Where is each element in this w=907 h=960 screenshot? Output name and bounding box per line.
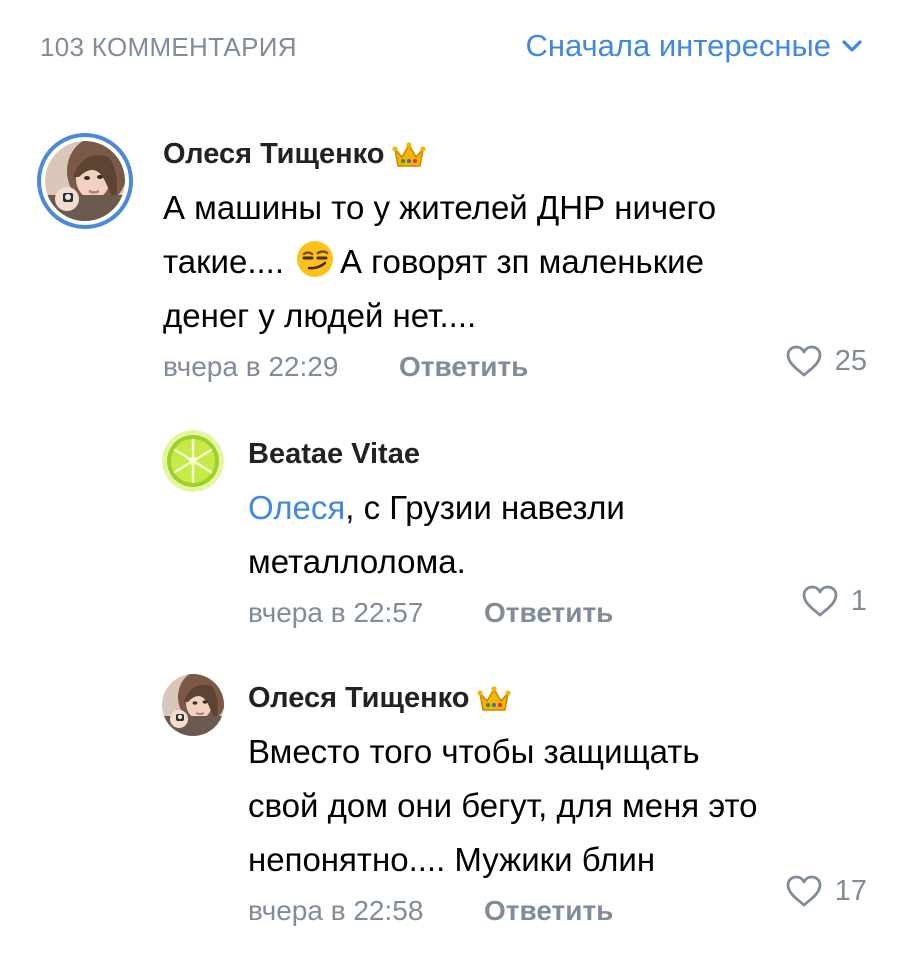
- comment-text-line: свой дом они бегут, для меня это: [248, 787, 758, 824]
- avatar[interactable]: [162, 674, 224, 736]
- comment-date: вчера в 22:29: [163, 351, 339, 382]
- comment-text: Вместо того чтобы защищать свой дом они …: [248, 725, 888, 887]
- sort-dropdown[interactable]: Сначала интересные: [525, 28, 863, 64]
- comment-text-fragment: такие....: [163, 243, 284, 280]
- heart-icon: [802, 585, 838, 617]
- comment: Олеся Тищенко А машины то у жителей ДНР …: [0, 126, 907, 396]
- comment-text-line: металлолома.: [248, 543, 466, 580]
- comment-body: Beatae Vitae Олеся, с Грузии навезли мет…: [248, 438, 868, 633]
- comment-text-fragment: А говорят зп маленькие: [340, 243, 704, 280]
- comment-author[interactable]: Олеся Тищенко: [163, 138, 883, 171]
- crown-icon: [392, 141, 427, 167]
- comment-text-line: Олеся, с Грузии навезли: [248, 481, 868, 535]
- chevron-down-icon: [842, 40, 862, 52]
- author-name: Олеся Тищенко: [248, 682, 470, 714]
- smirking-face-emoji: [297, 241, 333, 277]
- like-button[interactable]: 1: [801, 584, 867, 618]
- avatar[interactable]: [162, 430, 224, 492]
- comment-text-fragment: , с Грузии навезли: [345, 489, 625, 526]
- like-count: 1: [850, 584, 867, 617]
- comments-header: 103 КОММЕНТАРИЯ Сначала интересные: [0, 0, 907, 96]
- comment-date: вчера в 22:58: [248, 895, 424, 926]
- comment-text: А машины то у жителей ДНР ничего такие..…: [163, 181, 883, 343]
- comments-page: 103 КОММЕНТАРИЯ Сначала интересные Олеся…: [0, 0, 907, 960]
- comment-reply: Beatae Vitae Олеся, с Грузии навезли мет…: [0, 422, 907, 632]
- comment-text-line: А машины то у жителей ДНР ничего: [163, 189, 717, 226]
- comment-author[interactable]: Олеся Тищенко: [248, 682, 888, 715]
- sort-label: Сначала интересные: [525, 28, 831, 63]
- like-button[interactable]: 17: [785, 874, 867, 908]
- reply-button[interactable]: Ответить: [399, 351, 528, 383]
- comment-text-line: Вместо того чтобы защищать: [248, 733, 700, 770]
- comment-meta: вчера в 22:29 Ответить: [163, 347, 883, 387]
- mention-link[interactable]: Олеся: [248, 489, 345, 526]
- heart-icon: [786, 875, 822, 907]
- author-name: Олеся Тищенко: [163, 138, 385, 170]
- comment-meta: вчера в 22:57 Ответить: [248, 593, 868, 633]
- comment-reply: Олеся Тищенко Вместо того чтобы защищать…: [0, 668, 907, 928]
- comment-text-line: денег у людей нет....: [163, 297, 477, 334]
- comment-text: Олеся, с Грузии навезли металлолома.: [248, 481, 868, 589]
- comment-text-line: такие.... А говорят зп маленькие: [163, 235, 883, 289]
- reply-button[interactable]: Ответить: [484, 895, 613, 927]
- reply-button[interactable]: Ответить: [484, 597, 613, 629]
- author-name: Beatae Vitae: [248, 438, 420, 470]
- comment-body: Олеся Тищенко А машины то у жителей ДНР …: [163, 138, 883, 387]
- comment-date: вчера в 22:57: [248, 597, 424, 628]
- like-count: 17: [834, 874, 867, 907]
- like-count: 25: [834, 344, 867, 377]
- crown-icon: [477, 685, 512, 711]
- like-button[interactable]: 25: [785, 344, 867, 378]
- comment-author[interactable]: Beatae Vitae: [248, 438, 868, 471]
- avatar[interactable]: [45, 141, 125, 221]
- comments-count: 103 КОММЕНТАРИЯ: [40, 32, 297, 62]
- heart-icon: [786, 345, 822, 377]
